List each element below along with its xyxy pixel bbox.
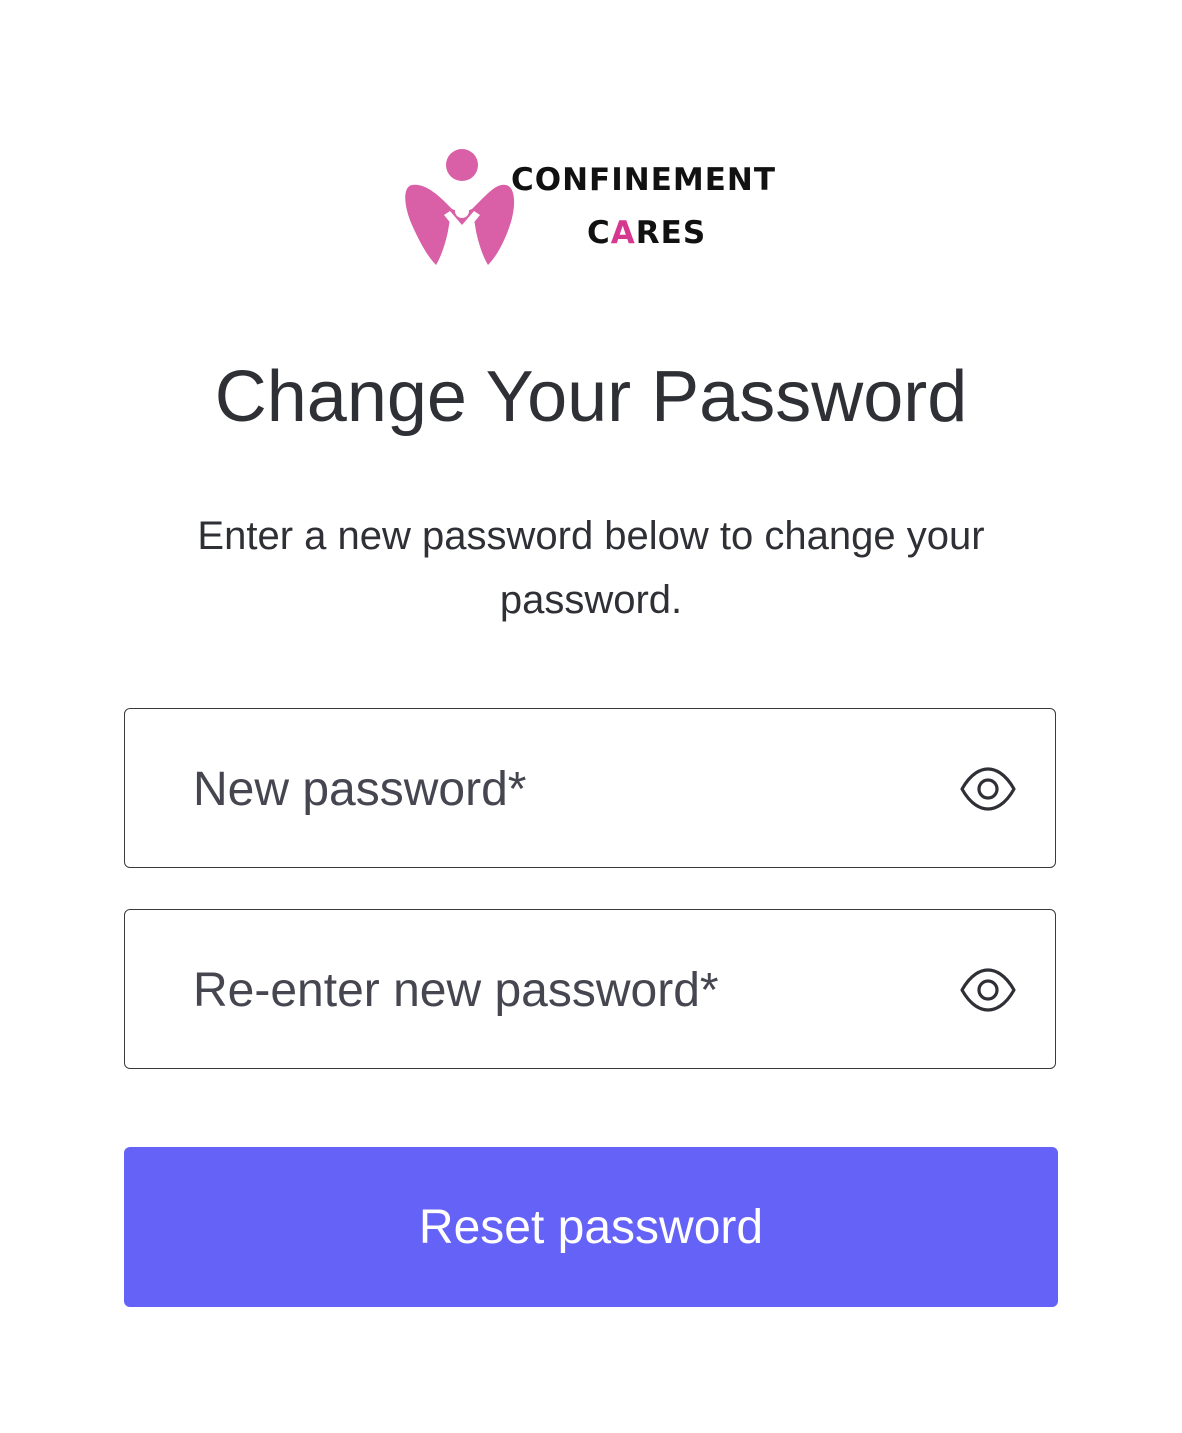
reset-password-button[interactable]: Reset password <box>124 1147 1058 1307</box>
brand-name-line2-prefix: C <box>587 215 611 251</box>
page-subtitle: Enter a new password below to change you… <box>197 514 985 622</box>
confirm-password-input[interactable] <box>193 950 933 1030</box>
eye-icon[interactable] <box>959 964 1017 1016</box>
new-password-field <box>124 708 1056 868</box>
brand-name-line1: CONFINEMENT <box>511 162 776 198</box>
confirm-password-field <box>124 909 1056 1069</box>
brand-name-line2: CARES <box>587 215 706 251</box>
new-password-input[interactable] <box>193 749 933 829</box>
mother-child-heart-icon <box>405 149 515 265</box>
brand-logo: CONFINEMENT CARES <box>400 145 790 275</box>
page-title: Change Your Password <box>214 357 968 437</box>
brand-name-line2-accent: A <box>610 215 636 251</box>
eye-icon[interactable] <box>959 763 1017 815</box>
brand-name-line2-suffix: RES <box>635 215 707 251</box>
